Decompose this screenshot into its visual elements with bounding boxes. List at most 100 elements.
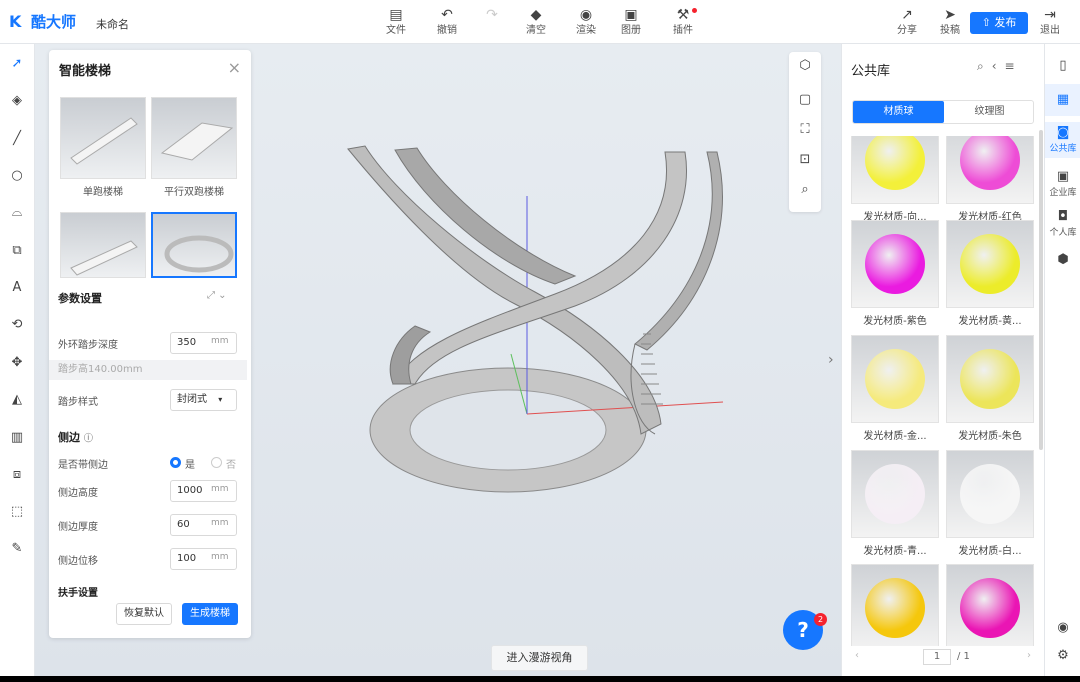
material-swatch: [946, 220, 1034, 308]
render-button[interactable]: ◉ 渲染: [566, 6, 606, 38]
visibility-toggle[interactable]: ◉: [1045, 620, 1080, 640]
group-select-icon[interactable]: ⬚: [7, 502, 27, 522]
side-offset-label: 侧边位移: [58, 556, 98, 567]
logo[interactable]: K 酷大师: [9, 11, 76, 32]
album-button[interactable]: ▣ 图册: [611, 6, 651, 38]
exit-label: 退出: [1040, 25, 1060, 36]
zoom-extents-icon[interactable]: ⛶: [795, 120, 815, 140]
material-item[interactable]: 发光材质-紫色: [851, 220, 939, 327]
side-height-row: 侧边高度 1000 mm: [58, 480, 246, 502]
info-icon[interactable]: ⓘ: [84, 434, 93, 444]
library-toggle[interactable]: ▯: [1045, 52, 1080, 82]
material-item[interactable]: 发光材质-向...: [851, 136, 939, 223]
file-menu-button[interactable]: ▤ 文件: [376, 6, 416, 38]
prev-page-icon[interactable]: ‹: [855, 650, 859, 661]
select-arrow-icon[interactable]: ➚: [7, 54, 27, 74]
library-scrollbar[interactable]: [1039, 130, 1043, 450]
side-yes-radio[interactable]: [170, 457, 181, 468]
tab-materials[interactable]: 材质球: [853, 101, 944, 123]
material-swatch: [851, 136, 939, 204]
box-view-icon[interactable]: ▢: [795, 90, 815, 110]
search-icon[interactable]: ⌕: [977, 59, 992, 73]
library-title: 公共库: [851, 64, 891, 79]
stair-type-lshape[interactable]: [60, 212, 146, 278]
view-toolbar: ⬡ ▢ ⛶ ⊡ ⌕: [789, 52, 821, 212]
stair-type-parallel-double[interactable]: 平行双跑楼梯: [151, 97, 237, 198]
next-page-icon[interactable]: ›: [1027, 650, 1031, 661]
share-button[interactable]: ↗ 分享: [887, 6, 927, 38]
circle-tool-icon[interactable]: ○: [7, 166, 27, 186]
my-materials-tab[interactable]: ▦: [1045, 84, 1080, 116]
publish-button[interactable]: ⇧ 发布: [970, 12, 1028, 34]
step-style-value: 封闭式: [177, 394, 207, 405]
chevron-left-icon[interactable]: ‹: [992, 59, 1005, 73]
clear-button[interactable]: ◆ 清空: [516, 6, 556, 38]
component-tool-icon[interactable]: ⧈: [7, 465, 27, 485]
material-library-panel: 公共库 ⌕‹≡ 材质球 纹理图 发光材质-向... 发光材质-红色 发光材质-紫…: [841, 44, 1044, 676]
material-item[interactable]: [946, 564, 1034, 646]
material-item[interactable]: 发光材质-朱色: [946, 335, 1034, 442]
step-style-label: 踏步样式: [58, 397, 98, 408]
plugin-icon: ⚒: [676, 7, 690, 23]
measure-tool-icon[interactable]: ✎: [7, 539, 27, 559]
has-side-label: 是否带侧边: [58, 460, 108, 471]
side-no-radio[interactable]: [211, 457, 222, 468]
zoom-search-icon[interactable]: ⌕: [795, 180, 815, 200]
material-item[interactable]: 发光材质-青...: [851, 450, 939, 557]
expand-icon[interactable]: ⤢ ⌄: [207, 290, 227, 301]
stair-type-single[interactable]: 单跑楼梯: [60, 97, 146, 198]
material-item[interactable]: 发光材质-金...: [851, 335, 939, 442]
publish-label: 发布: [994, 16, 1017, 29]
move-tool-icon[interactable]: ✥: [7, 353, 27, 373]
3d-view-icon[interactable]: ⬡: [795, 56, 815, 76]
material-item[interactable]: 发光材质-红色: [946, 136, 1034, 223]
render-label: 渲染: [576, 25, 596, 36]
material-item[interactable]: [851, 564, 939, 646]
enter-roam-view-button[interactable]: 进入漫游视角: [491, 645, 588, 671]
material-name: 发光材质-紫色: [863, 316, 927, 327]
settings-button[interactable]: ⚙: [1045, 648, 1080, 668]
material-swatch: [946, 564, 1034, 646]
material-item[interactable]: 发光材质-黄...: [946, 220, 1034, 327]
sidebar-item-enterprise-library[interactable]: ▣ 企业库: [1045, 166, 1080, 202]
step-style-select[interactable]: 封闭式 ▾: [170, 389, 237, 411]
generate-stairs-button[interactable]: 生成楼梯: [182, 603, 238, 625]
stair-caption: 平行双跑楼梯: [164, 187, 224, 198]
top-toolbar: K 酷大师 未命名 ▤ 文件 ↶ 撤销 ↷ ◆ 清空 ◉ 渲染 ▣ 图册 ⚒ 插…: [0, 0, 1080, 44]
param-settings-title: 参数设置: [58, 292, 102, 305]
sidebar-item-label: 公共库: [1049, 144, 1077, 154]
material-ball: [865, 578, 925, 638]
section-tool-icon[interactable]: ▥: [7, 428, 27, 448]
file-label: 文件: [386, 25, 406, 36]
material-item[interactable]: 发光材质-白...: [946, 450, 1034, 557]
arc-tool-icon[interactable]: ⌓: [7, 203, 27, 223]
plugin-button[interactable]: ⚒ 插件: [663, 6, 703, 38]
sidebar-item-components[interactable]: ⬢: [1045, 252, 1080, 276]
page-input[interactable]: 1: [923, 649, 951, 665]
document-name[interactable]: 未命名: [96, 16, 129, 32]
tab-textures[interactable]: 纹理图: [944, 101, 1035, 123]
follow-me-icon[interactable]: ◭: [7, 390, 27, 410]
material-name: 发光材质-朱色: [958, 431, 1022, 442]
paint-bucket-icon[interactable]: ◈: [7, 91, 27, 111]
rotate-tool-icon[interactable]: ⟲: [7, 315, 27, 335]
cubes-icon: ⬢: [1057, 252, 1069, 267]
sidebar-item-personal-library[interactable]: ◘ 个人库: [1045, 206, 1080, 242]
line-tool-icon[interactable]: ╱: [7, 129, 27, 149]
material-ball: [865, 464, 925, 524]
chevron-right-icon[interactable]: ›: [828, 352, 834, 368]
material-grid: 发光材质-向... 发光材质-红色 发光材质-紫色 发光材质-黄... 发光材质…: [851, 136, 1037, 646]
text-tool-icon[interactable]: A: [7, 278, 27, 298]
redo-button[interactable]: ↷: [472, 6, 512, 24]
material-name: 发光材质-黄...: [958, 316, 1022, 327]
stair-type-spiral[interactable]: [151, 212, 237, 278]
close-icon[interactable]: ×: [228, 58, 241, 77]
push-pull-icon[interactable]: ⧉: [7, 241, 27, 261]
exit-button[interactable]: ⇥ 退出: [1030, 6, 1070, 38]
sidebar-item-public-library[interactable]: ◙ 公共库: [1045, 122, 1080, 158]
reset-default-button[interactable]: 恢复默认: [116, 603, 172, 625]
undo-button[interactable]: ↶ 撤销: [427, 6, 467, 38]
zoom-window-icon[interactable]: ⊡: [795, 150, 815, 170]
submit-button[interactable]: ➤ 投稿: [930, 6, 970, 38]
list-icon[interactable]: ≡: [1005, 59, 1023, 73]
